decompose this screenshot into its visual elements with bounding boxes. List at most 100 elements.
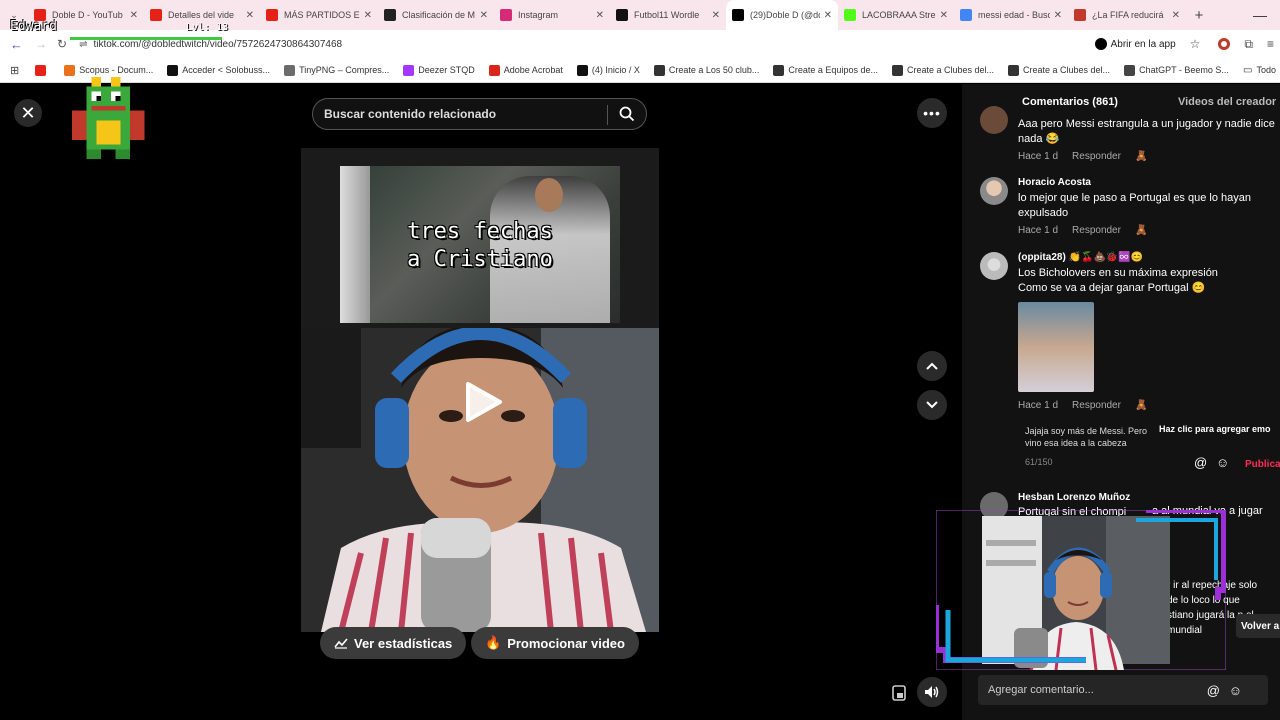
site-info-icon[interactable]: ⇌ [79,39,87,50]
extensions-puzzle-icon[interactable]: ⧉ [1244,37,1253,52]
tab-close-icon[interactable]: ✕ [1172,10,1180,21]
browser-tab[interactable]: messi edad - Busc ✕ [954,0,1068,30]
more-options-button[interactable]: ••• [917,98,947,128]
tab-title: (29)Doble D (@do [750,10,820,20]
view-stats-button[interactable]: Ver estadísticas [320,627,467,659]
bookmark-item[interactable] [35,64,50,76]
bookmark-item[interactable]: Adobe Acrobat [488,64,563,76]
comment-author[interactable]: Horacio Acosta [1018,177,1091,188]
avatar[interactable] [980,106,1008,134]
bookmark-item[interactable]: Create a Clubes del... [891,64,994,76]
related-search-input[interactable]: Buscar contenido relacionado [312,98,647,130]
add-comment-input[interactable]: Agregar comentario... @ ☺ [978,675,1268,705]
search-icon[interactable] [618,105,636,123]
bookmark-item[interactable]: Create a Clubes del... [1008,64,1110,76]
browser-tab[interactable]: Instagram ✕ [494,0,610,30]
bookmark-item[interactable]: Create a Equipos de... [773,64,878,76]
extension-opera-icon[interactable] [1218,38,1231,50]
video-player[interactable]: tres fechas a Cristiano [301,148,659,632]
tab-close-icon[interactable]: ✕ [940,10,948,21]
comment-meta: Hace 1 d Responder 🧸 [1018,225,1161,236]
bookmark-item[interactable]: Acceder < Solobuss... [167,64,270,76]
tab-title: Doble D - YouTub [52,10,123,20]
new-tab-button[interactable]: + [1186,7,1212,24]
tab-close-icon[interactable]: ✕ [596,10,604,21]
tab-close-icon[interactable]: ✕ [712,10,720,21]
comment-time: Hace 1 d [1018,225,1059,236]
back-to-top-button[interactable]: Volver a [1236,614,1280,638]
menu-icon[interactable]: ≡ [1267,37,1274,51]
google-icon [960,9,972,21]
comment-image[interactable] [1018,302,1094,392]
bookmark-label: TinyPNG – Compres... [299,65,390,75]
tab-title: Instagram [518,10,559,20]
bookmark-item[interactable]: (4) Inicio / X [576,64,640,76]
bookmark-label: (4) Inicio / X [591,65,640,75]
more-dots-icon: ••• [923,105,941,121]
comment-author[interactable]: (oppita28) 👏🍒💩🐞♾️😊 [1018,252,1143,263]
reload-icon[interactable]: ↻ [57,37,67,51]
volume-button[interactable] [917,677,947,707]
sticker-icon[interactable]: 🧸 [1135,151,1147,162]
reply-button[interactable]: Responder [1072,225,1121,236]
emoji-icon[interactable]: ☺ [1229,683,1242,698]
next-video-button[interactable] [917,390,947,420]
bookmark-favicon-icon [284,64,296,76]
avatar[interactable] [980,252,1008,280]
mention-icon[interactable]: @ [1207,683,1220,698]
pip-button[interactable] [886,680,912,706]
bookmark-favicon-icon [773,64,785,76]
bookmark-star-icon[interactable]: ☆ [1190,37,1201,51]
sticker-icon[interactable]: 🧸 [1135,225,1147,236]
bookmark-item[interactable]: TinyPNG – Compres... [284,64,390,76]
browser-tab[interactable]: Clasificación de M ✕ [378,0,494,30]
previous-video-button[interactable] [917,351,947,381]
apps-grid-icon[interactable]: ⊞ [10,64,19,77]
c-icon [384,9,396,21]
bookmark-item[interactable]: Create a Los 50 club... [653,64,759,76]
tab-title: ¿La FIFA reducirá [1092,10,1164,20]
bookmark-item[interactable]: Deezer STQD [403,64,475,76]
tab-close-icon[interactable]: ✕ [1054,10,1062,21]
tab-close-icon[interactable]: ✕ [364,10,372,21]
play-icon[interactable] [464,380,504,424]
tab-title: messi edad - Busc [978,10,1050,20]
comment-time: Hace 1 d [1018,151,1059,162]
bookmark-item[interactable]: ChatGPT - Beemo S... [1124,64,1229,76]
tab-comments[interactable]: Comentarios (861) [1022,96,1118,108]
mention-icon[interactable]: @ [1194,455,1207,470]
forward-icon[interactable]: → [35,37,47,51]
emoji-icon[interactable]: ☺ [1216,455,1229,470]
minimize-button[interactable]: — [1240,7,1280,23]
pip-icon [892,685,906,701]
close-button[interactable]: ✕ [14,99,42,127]
back-icon[interactable]: ← [10,37,23,52]
url-field[interactable]: ⇌ tiktok.com/@dobledtwitch/video/7572624… [79,33,1095,55]
reply-button[interactable]: Responder [1072,400,1121,411]
sticker-icon[interactable]: 🧸 [1135,400,1147,411]
close-icon: ✕ [20,102,36,123]
comment-author[interactable]: Hesban Lorenzo Muñoz [1018,492,1130,503]
webcam-overlay [936,510,1226,670]
reply-button[interactable]: Responder [1072,151,1121,162]
browser-tab[interactable]: MÁS PARTIDOS E ✕ [260,0,378,30]
browser-tab[interactable]: (29)Doble D (@do ✕ [726,0,838,30]
tab-close-icon[interactable]: ✕ [824,10,832,21]
bookmarks-bar: ⊞ Scopus - Docum... Acceder < Solobuss...… [0,58,1280,83]
tab-close-icon[interactable]: ✕ [130,10,138,21]
all-bookmarks-button[interactable]: ▭ Todo [1243,65,1276,76]
publish-button[interactable]: Publica [1245,459,1280,470]
bookmark-favicon-icon [891,64,903,76]
bookmark-label: Adobe Acrobat [503,65,563,75]
avatar[interactable] [980,177,1008,205]
reply-draft-text[interactable]: Jajaja soy más de Messi. Pero vino esa i… [1025,425,1165,449]
browser-tab[interactable]: Futbol11 Wordle ✕ [610,0,726,30]
tab-close-icon[interactable]: ✕ [480,10,488,21]
browser-tab[interactable]: LACOBRAAA Stre ✕ [838,0,954,30]
tab-creator-videos[interactable]: Videos del creador [1178,96,1276,108]
browser-tab[interactable]: ¿La FIFA reducirá ✕ [1068,0,1186,30]
folder-icon: ▭ [1243,64,1253,76]
promote-video-button[interactable]: 🔥 Promocionar video [471,627,639,659]
tab-close-icon[interactable]: ✕ [246,10,254,21]
open-in-app-button[interactable]: Abrir en la app [1094,38,1176,50]
